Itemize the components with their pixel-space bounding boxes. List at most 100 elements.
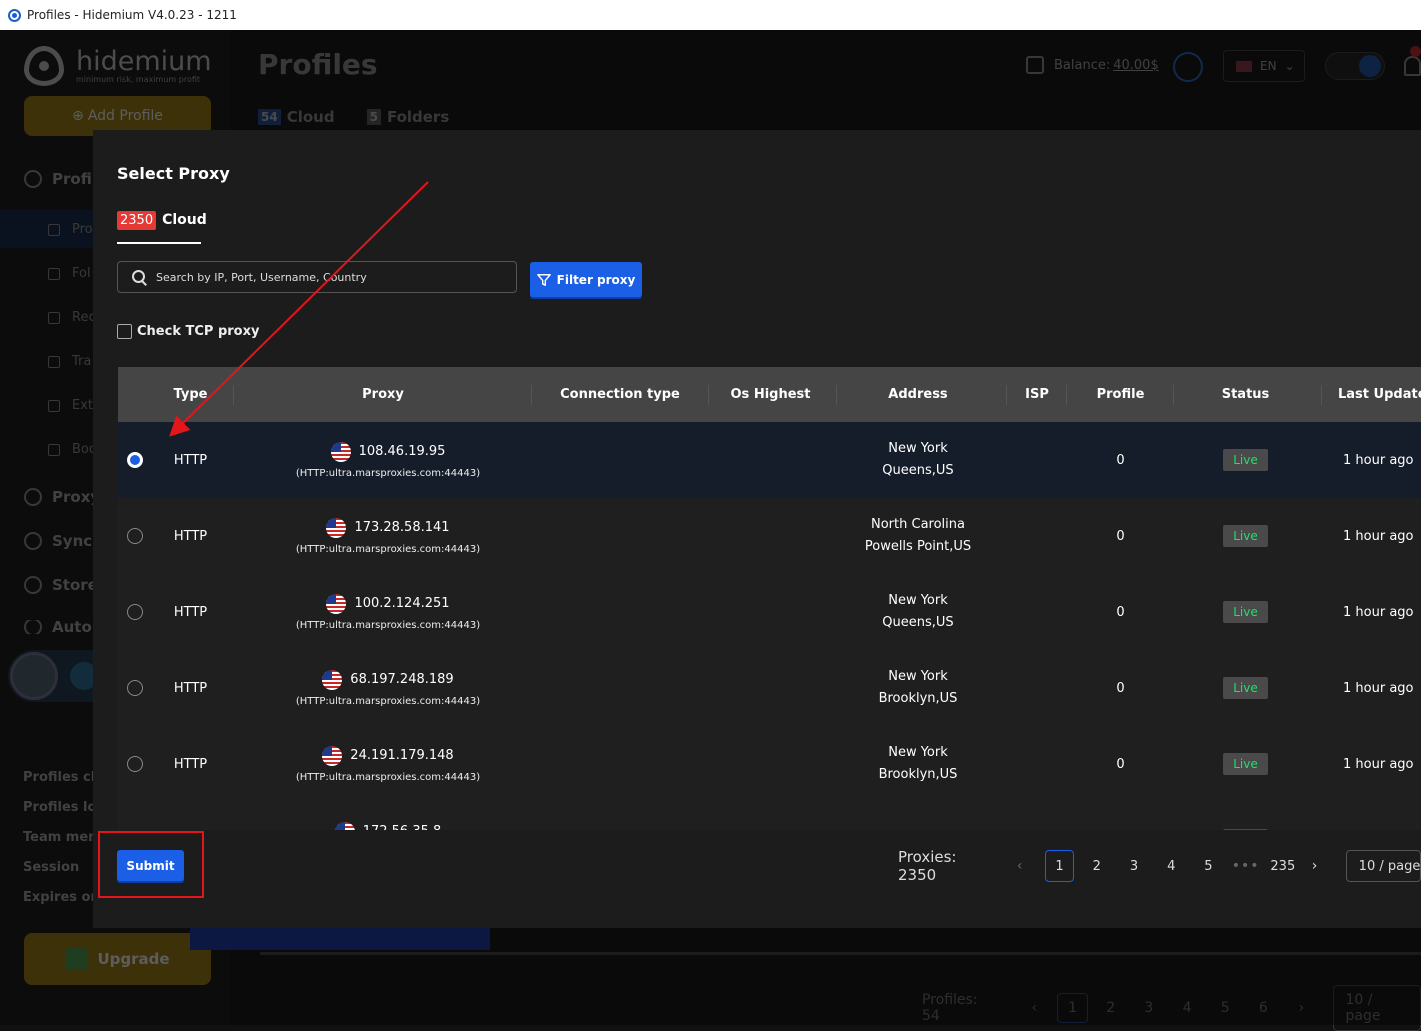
cell-status: Live <box>1183 802 1308 830</box>
active-tab-indicator <box>117 242 201 244</box>
page-button-last[interactable]: 235 <box>1268 850 1297 882</box>
proxy-host: (HTTP:ultra.marsproxies.com:44443) <box>295 467 481 479</box>
col-last-update[interactable]: Last Update <box>1338 367 1421 422</box>
proxy-host: (HTTP:ultra.marsproxies.com:44443) <box>295 695 481 707</box>
address-region: New York <box>888 745 948 760</box>
cell-address: North Carolina Powells Point,US <box>843 498 993 574</box>
proxy-ip: 24.191.179.148 <box>350 748 454 763</box>
next-page-icon[interactable]: › <box>1305 858 1323 874</box>
cell-profile: 0 <box>1116 604 1125 620</box>
filter-proxy-button[interactable]: Filter proxy <box>530 262 642 297</box>
table-row[interactable]: HTTP 68.197.248.189 (HTTP:ultra.marsproxie… <box>118 650 1421 726</box>
cell-last-update: 1 hour ago <box>1343 452 1414 468</box>
tcp-checkbox[interactable] <box>117 324 132 339</box>
page-size-select[interactable]: 10 / page <box>1345 850 1421 882</box>
col-profile[interactable]: Profile <box>1073 367 1168 422</box>
cell-type: HTTP <box>173 528 208 544</box>
column-divider <box>836 385 837 405</box>
page-ellipsis[interactable]: ••• <box>1231 858 1260 874</box>
status-badge: Live <box>1223 525 1268 547</box>
page-button-4[interactable]: 4 <box>1157 850 1186 882</box>
cell-proxy: 24.191.179.148 (HTTP:ultra.marsproxies.co… <box>273 726 503 802</box>
cell-profile: 0 <box>1116 528 1125 544</box>
row-radio[interactable] <box>127 680 143 696</box>
row-radio[interactable] <box>127 528 143 544</box>
select-proxy-modal: Select Proxy 2350 Cloud Filter proxy Che… <box>93 130 1421 928</box>
tab-cloud-proxies[interactable]: 2350 Cloud <box>117 208 207 232</box>
page-button-5[interactable]: 5 <box>1194 850 1223 882</box>
cell-status: Live <box>1183 726 1308 802</box>
row-radio[interactable] <box>127 756 143 772</box>
page-button-1[interactable]: 1 <box>1044 850 1075 882</box>
page-button-2[interactable]: 2 <box>1082 850 1111 882</box>
table-row[interactable]: HTTP 108.46.19.95 (HTTP:ultra.marsproxies.… <box>118 422 1421 498</box>
status-badge: Live <box>1223 601 1268 623</box>
col-status[interactable]: Status <box>1183 367 1308 422</box>
cell-proxy: 108.46.19.95 (HTTP:ultra.marsproxies.com:… <box>273 422 503 498</box>
cell-proxy: 172.56.35.8(HTTP:ultra.marsproxies.com:4… <box>273 802 503 830</box>
row-radio[interactable] <box>127 604 143 620</box>
table-row[interactable]: HTTP 100.2.124.251 (HTTP:ultra.marsproxies… <box>118 574 1421 650</box>
table-row[interactable]: HTTP 173.28.58.141 (HTTP:ultra.marsproxies… <box>118 498 1421 574</box>
status-badge: Live <box>1223 449 1268 471</box>
address-city: Brooklyn,US <box>878 767 958 782</box>
column-divider <box>1066 385 1067 405</box>
proxy-search[interactable] <box>117 261 517 293</box>
col-os-highest[interactable]: Os Highest <box>713 367 828 422</box>
status-badge: Live <box>1223 677 1268 699</box>
col-isp[interactable]: ISP <box>1008 367 1066 422</box>
app-logo-icon <box>8 8 21 22</box>
cell-proxy: 100.2.124.251 (HTTP:ultra.marsproxies.com… <box>273 574 503 650</box>
annotation-highlight-box <box>98 831 204 898</box>
modal-title: Select Proxy <box>117 164 230 183</box>
cell-last-update: 1 hour ago <box>1343 528 1414 544</box>
us-flag-icon <box>334 821 355 830</box>
proxy-host: (HTTP:ultra.marsproxies.com:44443) <box>295 771 481 783</box>
tab-label: Cloud <box>162 212 207 228</box>
page-button-3[interactable]: 3 <box>1119 850 1148 882</box>
us-flag-icon <box>326 593 347 614</box>
col-type[interactable]: Type <box>163 367 218 422</box>
filter-icon <box>536 273 551 286</box>
tcp-label: Check TCP proxy <box>137 324 260 339</box>
window-titlebar: Profiles - Hidemium V4.0.23 - 1211 <box>0 0 1421 30</box>
column-divider <box>1006 385 1007 405</box>
cell-last-update: 1 hour ago <box>1343 802 1421 830</box>
cell-type: HTTP <box>173 452 208 468</box>
col-address[interactable]: Address <box>843 367 993 422</box>
window-title: Profiles - Hidemium V4.0.23 - 1211 <box>27 8 237 22</box>
app-window: hidemium minimum risk, maximum profit ⊕ … <box>0 30 1421 1031</box>
row-radio[interactable] <box>127 452 143 468</box>
address-region: New York <box>888 593 948 608</box>
us-flag-icon <box>326 517 347 538</box>
address-city: Brooklyn,US <box>878 691 958 706</box>
prev-page-icon[interactable]: ‹ <box>1011 858 1029 874</box>
table-row[interactable]: HTTP 172.56.35.8(HTTP:ultra.marsproxies.c… <box>118 802 1421 830</box>
proxy-count-badge: 2350 <box>117 210 157 230</box>
col-proxy[interactable]: Proxy <box>273 367 493 422</box>
cell-type: HTTP <box>173 604 208 620</box>
check-tcp-option[interactable]: Check TCP proxy <box>117 324 259 339</box>
filter-label: Filter proxy <box>556 272 636 287</box>
proxy-pagination: Proxies: 2350 ‹ 1 2 3 4 5 ••• 235 › 10 /… <box>898 848 1421 884</box>
cell-proxy: 173.28.58.141 (HTTP:ultra.marsproxies.com… <box>273 498 503 574</box>
col-connection-type[interactable]: Connection type <box>548 367 692 422</box>
table-row[interactable]: HTTP 24.191.179.148 (HTTP:ultra.marsproxie… <box>118 726 1421 802</box>
cell-profile: 0 <box>1073 802 1168 830</box>
cell-address: New York Queens,US <box>843 422 993 498</box>
status-badge: Live <box>1223 753 1268 775</box>
us-flag-icon <box>330 441 351 462</box>
cell-status: Live <box>1183 498 1308 574</box>
address-region: New York <box>888 441 948 456</box>
cell-address: New York Queens,US <box>843 574 993 650</box>
cell-address: New York Brooklyn,US <box>843 650 993 726</box>
proxy-ip: 100.2.124.251 <box>354 596 450 611</box>
cell-profile: 0 <box>1116 680 1125 696</box>
cell-profile: 0 <box>1116 756 1125 772</box>
column-divider <box>1173 385 1174 405</box>
address-city: Powells Point,US <box>864 539 972 554</box>
proxy-host: (HTTP:ultra.marsproxies.com:44443) <box>295 619 481 631</box>
proxy-ip: 173.28.58.141 <box>354 520 450 535</box>
search-input[interactable] <box>156 270 496 284</box>
proxy-ip: 108.46.19.95 <box>358 444 446 459</box>
